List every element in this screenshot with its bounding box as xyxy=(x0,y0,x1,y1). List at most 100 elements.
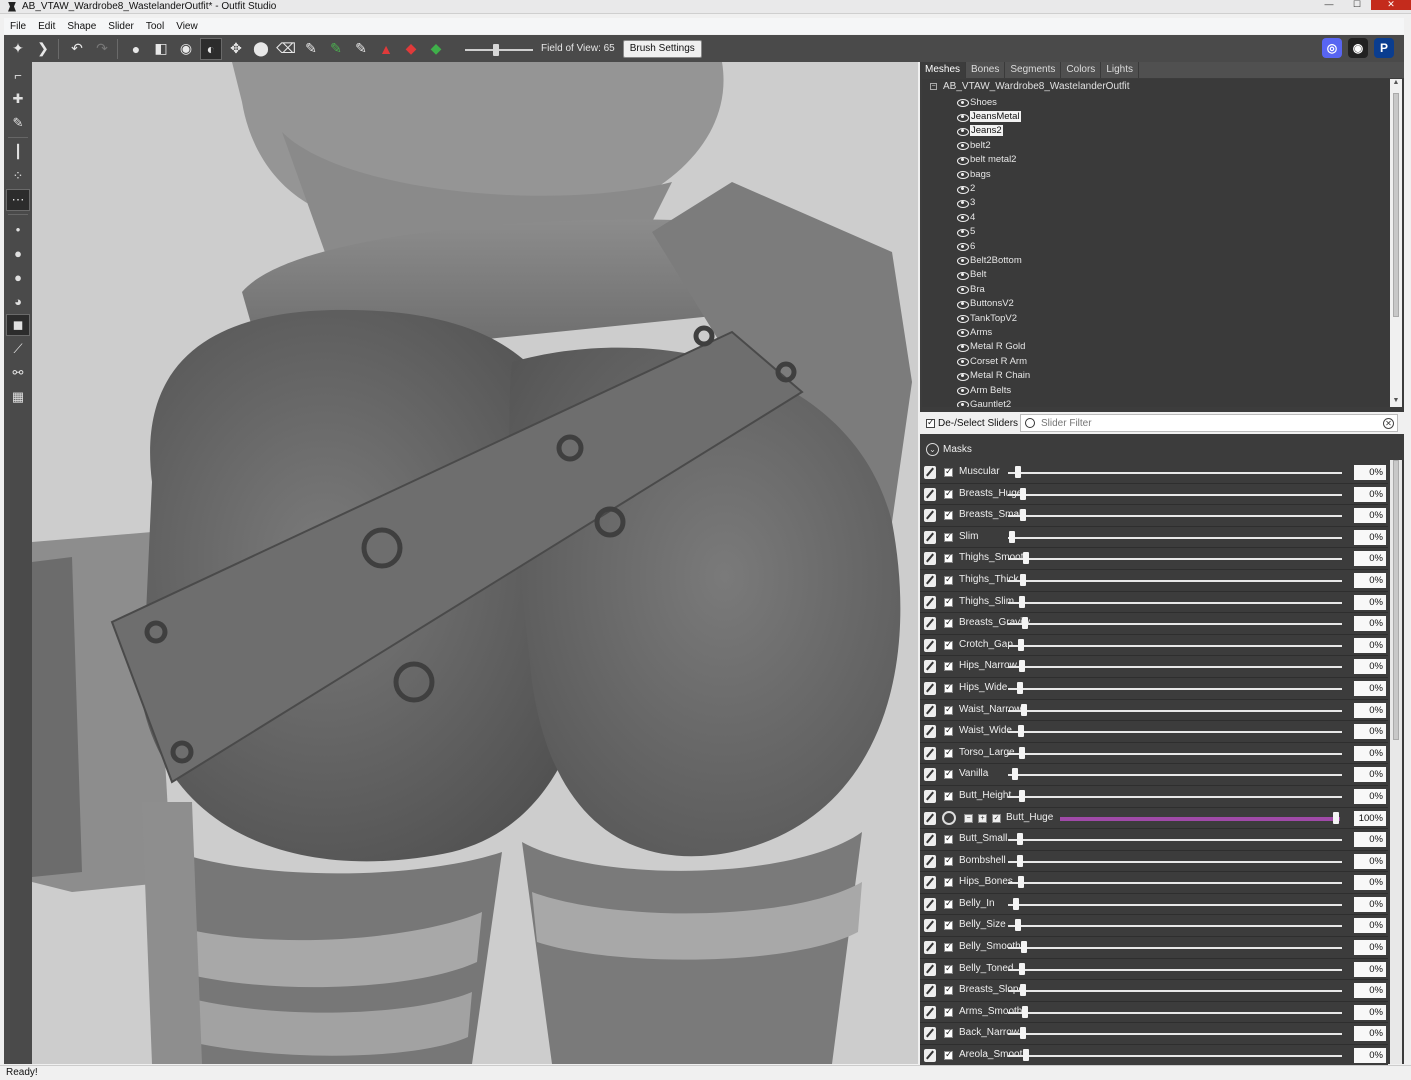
eye-icon[interactable] xyxy=(956,314,969,324)
slider-track[interactable] xyxy=(1008,644,1342,647)
slider-thumb[interactable] xyxy=(1015,919,1022,932)
mesh-item[interactable]: Shoes xyxy=(956,95,1030,109)
discord-icon[interactable]: ◎ xyxy=(1322,38,1342,58)
slider-value[interactable]: 0% xyxy=(1354,616,1386,632)
slider-track[interactable] xyxy=(1008,493,1342,496)
menu-edit[interactable]: Edit xyxy=(32,21,61,32)
tab-meshes[interactable]: Meshes xyxy=(920,62,967,78)
slider-row[interactable]: Thighs_Thick0% xyxy=(920,569,1388,592)
slider-checkbox[interactable] xyxy=(944,963,953,974)
mask-brush-icon[interactable]: ◧ xyxy=(150,38,172,60)
eye-icon[interactable] xyxy=(956,256,969,266)
slider-track[interactable] xyxy=(1060,816,1340,821)
eye-icon[interactable] xyxy=(956,343,969,352)
slider-checkbox[interactable] xyxy=(944,898,953,909)
slider-row[interactable]: Breasts_Huge0% xyxy=(920,483,1388,506)
tab-segments[interactable]: Segments xyxy=(1005,62,1062,78)
smooth-brush-icon[interactable]: ⬤ xyxy=(250,38,272,60)
edit-slider-icon[interactable] xyxy=(924,876,936,890)
slider-thumb[interactable] xyxy=(1019,746,1026,759)
slider-track[interactable] xyxy=(1008,709,1342,712)
mesh-item[interactable]: 4 xyxy=(956,210,1030,224)
slider-checkbox[interactable] xyxy=(944,855,953,866)
slider-checkbox[interactable] xyxy=(944,747,953,758)
weight-brush-icon[interactable]: ✎ xyxy=(300,38,322,60)
slider-scroll-thumb[interactable] xyxy=(1393,460,1399,740)
slider-checkbox[interactable] xyxy=(944,552,953,564)
slider-checkbox[interactable] xyxy=(944,1006,953,1017)
slider-row[interactable]: Butt_Small 0% xyxy=(920,829,1388,851)
chevron-down-icon[interactable]: ⌄ xyxy=(926,442,939,456)
slider-checkbox[interactable] xyxy=(944,833,953,845)
edit-slider-icon[interactable] xyxy=(924,746,936,760)
eye-icon[interactable] xyxy=(956,242,969,252)
slider-value[interactable]: 0% xyxy=(1354,1004,1386,1020)
mesh-item[interactable]: ButtonsV2 xyxy=(956,296,1030,310)
points-icon[interactable]: ⋯ xyxy=(6,189,30,211)
slider-row[interactable]: Hips_Wide 0% xyxy=(920,677,1388,700)
mesh-tree-scrollbar[interactable]: ▲ ▼ xyxy=(1390,79,1402,407)
slider-thumb[interactable] xyxy=(1012,768,1018,781)
slider-row[interactable]: Breasts_Gravity0% xyxy=(920,613,1388,635)
edit-slider-icon[interactable] xyxy=(924,833,936,847)
slider-row[interactable]: Vanilla 0% xyxy=(920,764,1388,786)
slider-thumb[interactable] xyxy=(1018,638,1025,651)
slider-thumb[interactable] xyxy=(1019,962,1026,975)
slider-checkbox[interactable] xyxy=(944,725,953,737)
new-project-icon[interactable]: ✦ xyxy=(7,38,29,60)
slider-thumb[interactable] xyxy=(1017,681,1024,694)
field-of-view-slider[interactable] xyxy=(465,39,535,59)
slider-value[interactable]: 100% xyxy=(1354,810,1386,826)
edit-slider-icon[interactable] xyxy=(924,595,936,609)
mesh-item[interactable]: Belt2Bottom xyxy=(956,253,1030,267)
slider-value[interactable]: 0% xyxy=(1354,896,1386,912)
edit-slider-icon[interactable] xyxy=(924,638,936,652)
slider-checkbox[interactable] xyxy=(944,488,953,499)
minus-icon[interactable]: − xyxy=(964,813,973,823)
slider-value[interactable]: 0% xyxy=(1354,961,1386,977)
menu-shape[interactable]: Shape xyxy=(61,21,102,32)
menu-tool[interactable]: Tool xyxy=(140,21,170,32)
flip-edge-icon[interactable]: ◆ xyxy=(400,38,422,60)
alpha-brush-icon[interactable]: ✎ xyxy=(350,38,372,60)
slider-row[interactable]: Thighs_Slim 0% xyxy=(920,591,1388,614)
mesh-item[interactable]: 3 xyxy=(956,196,1030,210)
slider-row[interactable]: Crotch_Gap 0% xyxy=(920,634,1388,657)
brush-settings-button[interactable]: Brush Settings xyxy=(622,39,702,58)
slider-track[interactable] xyxy=(1008,882,1342,885)
mesh-item[interactable]: Corset R Arm xyxy=(956,354,1030,368)
masks-header[interactable]: ⌄ Masks xyxy=(920,438,1390,460)
slider-thumb[interactable] xyxy=(1020,487,1027,500)
eye-icon[interactable] xyxy=(956,271,969,280)
slider-thumb[interactable] xyxy=(1018,725,1025,738)
slider-value[interactable]: 0% xyxy=(1354,702,1386,718)
slider-thumb[interactable] xyxy=(1332,811,1339,824)
slider-value[interactable]: 0% xyxy=(1354,465,1386,480)
edit-slider-icon[interactable] xyxy=(924,466,936,479)
mesh-item[interactable]: Metal R Chain xyxy=(956,368,1030,382)
fov-thumb[interactable] xyxy=(493,43,499,56)
eye-icon[interactable] xyxy=(956,357,969,367)
mesh-item[interactable]: 5 xyxy=(956,225,1030,239)
edit-slider-icon[interactable] xyxy=(924,811,936,825)
slider-checkbox[interactable] xyxy=(944,574,953,585)
brush-size-medium-icon[interactable]: ● xyxy=(6,242,30,264)
slider-track[interactable] xyxy=(1008,1011,1342,1014)
eye-icon[interactable] xyxy=(956,372,969,381)
mesh-item[interactable]: 2 xyxy=(956,181,1030,195)
slider-row[interactable]: Back_Narrow0% xyxy=(920,1023,1388,1046)
undo-icon[interactable]: ↶ xyxy=(66,38,88,60)
edit-slider-icon[interactable] xyxy=(924,530,936,544)
eye-icon[interactable] xyxy=(956,300,969,309)
github-icon[interactable]: ◉ xyxy=(1348,38,1368,58)
slider-track[interactable] xyxy=(1008,558,1342,561)
minimize-button[interactable]: — xyxy=(1315,0,1343,10)
grid-icon[interactable]: ▦ xyxy=(6,386,30,408)
slider-checkbox[interactable] xyxy=(944,682,953,693)
slider-row[interactable]: Arms_Smooth0% xyxy=(920,1001,1388,1024)
slider-track[interactable] xyxy=(1008,623,1342,626)
collapse-vertex-icon[interactable]: ▲ xyxy=(375,38,397,60)
slider-value[interactable]: 0% xyxy=(1354,486,1386,502)
slider-track[interactable] xyxy=(1008,1055,1342,1058)
slider-value[interactable]: 0% xyxy=(1354,832,1386,848)
